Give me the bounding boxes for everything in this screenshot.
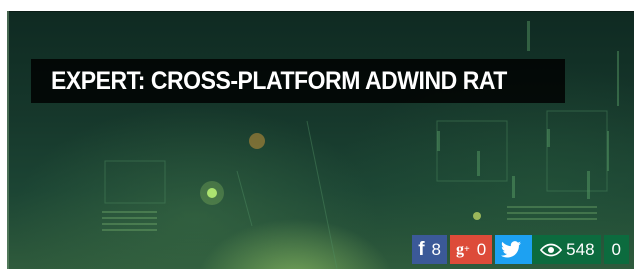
facebook-share-button[interactable]: f 8 (412, 235, 447, 264)
hero-image: EXPERT: CROSS-PLATFORM ADWIND RAT f 8 g +… (7, 11, 634, 269)
facebook-icon: f (418, 238, 425, 260)
eye-icon (540, 243, 563, 256)
title-banner: EXPERT: CROSS-PLATFORM ADWIND RAT (31, 59, 565, 103)
views-count: 548 (566, 239, 595, 259)
twitter-share-button[interactable] (495, 235, 533, 264)
share-bar: f 8 g + 0 548 0 (409, 235, 629, 264)
matrix-background-graphic (102, 21, 619, 269)
article-title: EXPERT: CROSS-PLATFORM ADWIND RAT (51, 66, 507, 95)
views-counter: 548 (532, 235, 601, 264)
comments-count: 0 (611, 239, 621, 259)
google-plus-share-button[interactable]: g + 0 (449, 235, 493, 264)
twitter-icon (501, 241, 522, 258)
google-plus-icon: g + (455, 240, 470, 258)
google-plus-share-count: 0 (476, 239, 487, 259)
comments-count-button[interactable]: 0 (603, 235, 629, 264)
facebook-share-count: 8 (431, 239, 441, 259)
article-header: EXPERT: CROSS-PLATFORM ADWIND RAT f 8 g +… (0, 0, 639, 269)
